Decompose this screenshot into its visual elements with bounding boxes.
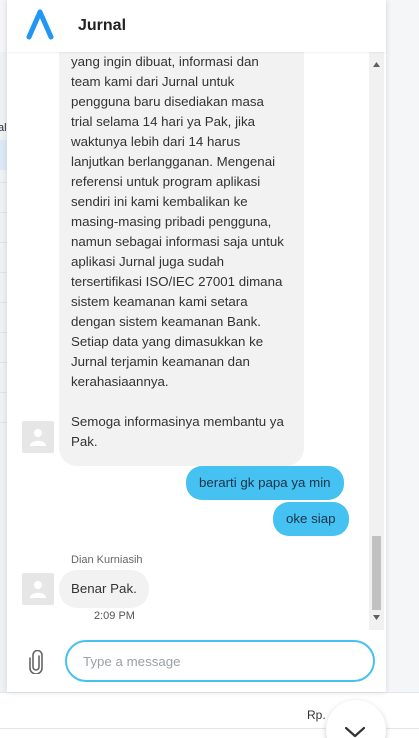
chat-widget: Jurnal yang ingin dibuat, informasi dan … xyxy=(7,0,386,692)
message-line xyxy=(71,392,292,412)
scrollbar-thumb[interactable] xyxy=(372,536,381,610)
user-avatar-icon xyxy=(30,581,46,598)
agent-message-bubble: Benar Pak. xyxy=(59,570,149,608)
message-line: waktunya lebih dari 14 harus xyxy=(71,134,241,149)
message-line: lanjutkan berlangganan. Mengenai xyxy=(71,154,276,169)
agent-name: Dian Kurniasih xyxy=(71,554,143,566)
message-input[interactable] xyxy=(65,640,375,682)
message-line: pengguna baru disediakan masa xyxy=(71,94,264,109)
jurnal-logo-icon xyxy=(26,9,54,40)
message-list: yang ingin dibuat, informasi dan team ka… xyxy=(7,52,369,632)
message-line: referensi untuk program aplikasi xyxy=(71,174,261,189)
message-line: yang ingin dibuat, informasi dan xyxy=(71,54,259,69)
user-message-bubble: berarti gk papa ya min xyxy=(186,466,344,500)
scroll-down-arrow-icon[interactable] xyxy=(373,615,380,620)
message-line: masing-masing pribadi pengguna, xyxy=(71,214,272,229)
message-line: Semoga informasinya membantu ya xyxy=(71,414,284,429)
message-timestamp: 2:09 PM xyxy=(94,610,135,622)
message-line: kerahasiaannya. xyxy=(71,374,169,389)
message-line: dengan sistem keamanan Bank. xyxy=(71,314,261,329)
background-label: al xyxy=(0,122,7,134)
user-avatar-icon xyxy=(30,429,46,446)
message-line: tersertifikasi ISO/IEC 27001 dimana xyxy=(71,274,283,289)
background-currency-label: Rp. xyxy=(307,708,326,722)
user-message-bubble: oke siap xyxy=(273,502,349,536)
message-composer xyxy=(7,632,386,692)
message-line: aplikasi Jurnal juga sudah xyxy=(71,254,225,269)
avatar xyxy=(22,573,54,605)
chat-header: Jurnal xyxy=(7,0,386,52)
message-line: sendiri ini kami kembalikan ke xyxy=(71,194,248,209)
paperclip-icon[interactable] xyxy=(29,650,43,674)
message-scrollbar[interactable] xyxy=(369,52,384,630)
chevron-down-icon xyxy=(344,726,366,738)
message-line: sistem keamanan kami setara xyxy=(71,294,248,309)
message-line: trial selama 14 hari ya Pak, jika xyxy=(71,114,256,129)
message-line: team kami dari Jurnal untuk xyxy=(71,74,235,89)
message-line: namun sebagai informasi saja untuk xyxy=(71,234,284,249)
avatar xyxy=(22,421,54,453)
message-line: Setiap data yang dimasukkan ke xyxy=(71,334,264,349)
scroll-up-arrow-icon[interactable] xyxy=(373,62,380,67)
chat-title: Jurnal xyxy=(78,17,127,34)
agent-message-bubble: yang ingin dibuat, informasi dan team ka… xyxy=(59,52,304,466)
message-line: Jurnal terjamin keamanan dan xyxy=(71,354,250,369)
message-line: Pak. xyxy=(71,434,98,449)
